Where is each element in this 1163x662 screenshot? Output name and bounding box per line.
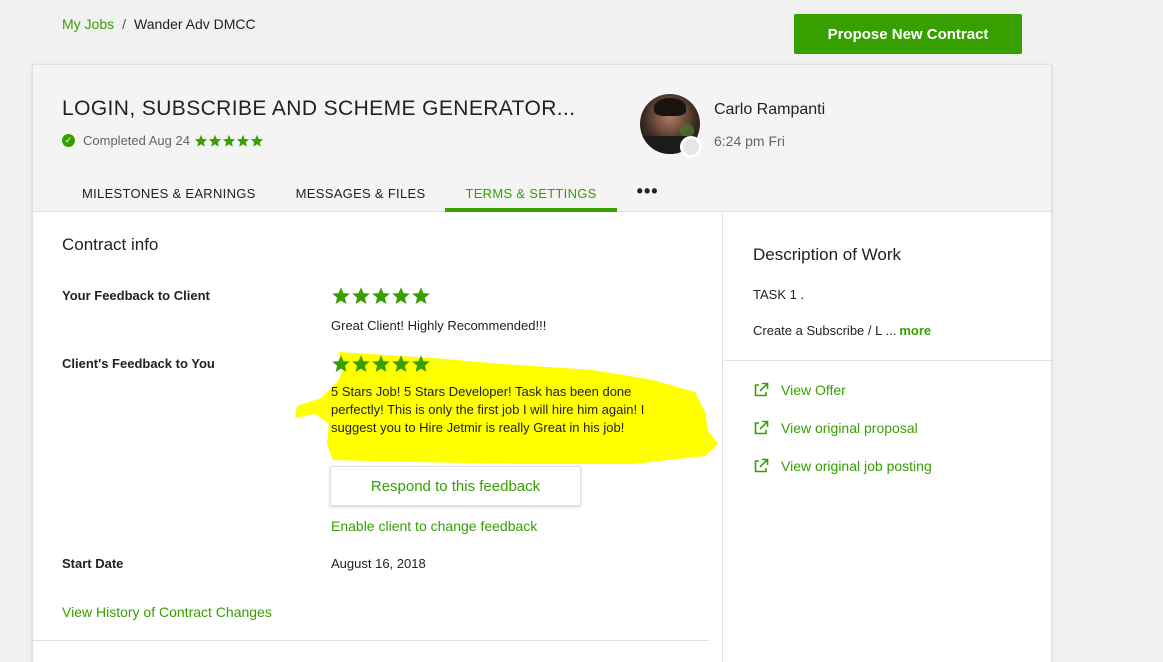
tab-bar: MILESTONES & EARNINGS MESSAGES & FILES T…	[62, 177, 679, 212]
contract-info-title: Contract info	[62, 235, 159, 254]
client-feedback-stars	[331, 354, 431, 374]
view-offer-label: View Offer	[781, 382, 846, 398]
breadcrumb-my-jobs-link[interactable]: My Jobs	[62, 16, 114, 32]
contract-card: LOGIN, SUBSCRIBE AND SCHEME GENERATOR...…	[32, 64, 1052, 662]
star-icon	[236, 134, 250, 147]
breadcrumb-current: Wander Adv DMCC	[134, 16, 256, 32]
description-panel: Description of Work TASK 1 . Create a Su…	[724, 213, 1051, 662]
tab-terms-settings[interactable]: TERMS & SETTINGS	[445, 177, 617, 212]
star-icon	[222, 134, 236, 147]
description-title: Description of Work	[753, 245, 902, 264]
job-status: ✓ Completed Aug 24	[62, 133, 264, 148]
start-date-value: August 16, 2018	[331, 556, 426, 571]
star-icon	[372, 355, 390, 372]
enable-change-feedback-link[interactable]: Enable client to change feedback	[331, 518, 537, 534]
your-feedback-stars	[331, 286, 431, 306]
job-status-text: Completed Aug 24	[83, 133, 190, 148]
your-feedback-label: Your Feedback to Client	[62, 288, 210, 303]
description-more-link[interactable]: more	[899, 323, 931, 338]
star-icon	[392, 287, 410, 304]
check-circle-icon: ✓	[62, 134, 75, 147]
external-link-icon	[754, 382, 769, 397]
section-divider	[33, 640, 709, 641]
star-icon	[412, 287, 430, 304]
tab-milestones-earnings[interactable]: MILESTONES & EARNINGS	[62, 177, 276, 212]
breadcrumb-separator: /	[122, 16, 127, 32]
view-job-posting-label: View original job posting	[781, 458, 932, 474]
external-link-icon	[754, 458, 769, 473]
star-icon	[352, 355, 370, 372]
view-job-posting-link[interactable]: View original job posting	[753, 458, 932, 474]
breadcrumb: My Jobs / Wander Adv DMCC	[62, 16, 256, 32]
contract-info-panel: Contract info Your Feedback to Client Gr…	[33, 213, 723, 662]
more-tabs-icon[interactable]: •••	[617, 177, 679, 212]
star-icon	[250, 134, 264, 147]
your-feedback-text: Great Client! Highly Recommended!!!	[331, 318, 547, 333]
description-line-1: TASK 1 .	[753, 287, 805, 302]
client-feedback-label: Client's Feedback to You	[62, 356, 215, 371]
right-divider	[724, 360, 1051, 361]
star-icon	[372, 287, 390, 304]
description-line-2-text: Create a Subscribe / L ...	[753, 323, 897, 338]
client-name: Carlo Rampanti	[714, 101, 826, 118]
star-icon	[208, 134, 222, 147]
star-icon	[332, 287, 350, 304]
start-date-label: Start Date	[62, 556, 124, 571]
view-offer-link[interactable]: View Offer	[753, 382, 846, 398]
description-line-2: Create a Subscribe / L ... more	[753, 323, 931, 338]
respond-feedback-button[interactable]: Respond to this feedback	[330, 466, 581, 506]
star-icon	[352, 287, 370, 304]
client-feedback-text: 5 Stars Job! 5 Stars Developer! Task has…	[331, 384, 645, 435]
client-local-time: 6:24 pm Fri	[714, 133, 785, 149]
star-icon	[194, 134, 208, 147]
star-icon	[332, 355, 350, 372]
view-proposal-label: View original proposal	[781, 420, 918, 436]
job-title: LOGIN, SUBSCRIBE AND SCHEME GENERATOR...	[62, 97, 576, 120]
propose-new-contract-button[interactable]: Propose New Contract	[794, 14, 1022, 54]
view-proposal-link[interactable]: View original proposal	[753, 420, 918, 436]
view-history-link[interactable]: View History of Contract Changes	[62, 604, 272, 620]
tab-messages-files[interactable]: MESSAGES & FILES	[276, 177, 446, 212]
external-link-icon	[754, 420, 769, 435]
presence-indicator	[680, 136, 702, 158]
contract-header: LOGIN, SUBSCRIBE AND SCHEME GENERATOR...…	[33, 65, 1051, 212]
job-rating-stars	[194, 134, 264, 148]
star-icon	[412, 355, 430, 372]
star-icon	[392, 355, 410, 372]
